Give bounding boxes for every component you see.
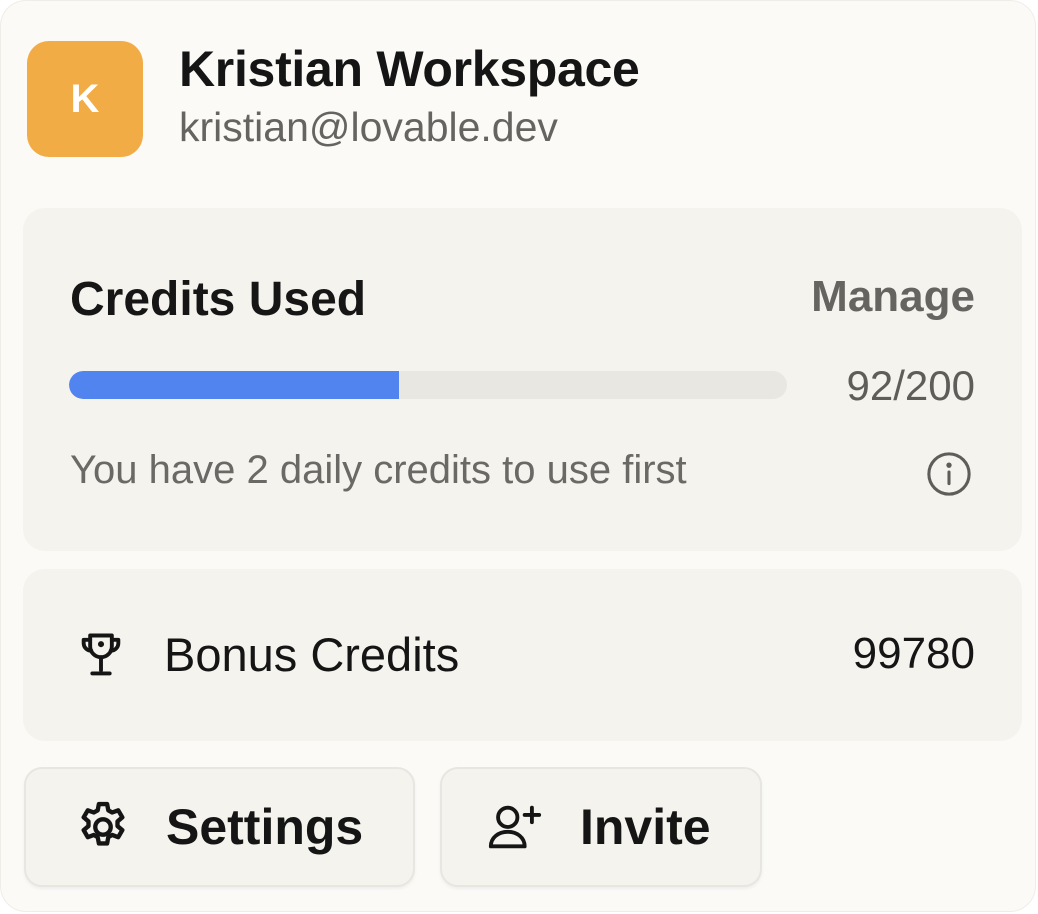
settings-label: Settings — [166, 799, 364, 855]
bonus-credits-value: 99780 — [852, 629, 975, 678]
gear-icon — [81, 801, 125, 846]
info-circle-icon[interactable] — [926, 451, 972, 497]
credits-progress-text: 92/200 — [846, 362, 975, 409]
bonus-credits-label: Bonus Credits — [164, 628, 460, 681]
manage-button[interactable]: Manage — [811, 272, 975, 322]
credits-card: Credits Used Manage 92/200 You have 2 da… — [23, 208, 1022, 551]
credits-progress-bar — [69, 371, 787, 399]
credits-progress-fill — [69, 371, 400, 399]
workspace-identity: Kristian Workspace kristian@lovable.dev — [179, 39, 640, 153]
avatar-letter: K — [70, 76, 100, 121]
invite-button[interactable]: Invite — [440, 767, 762, 887]
workspace-email: kristian@lovable.dev — [179, 104, 558, 150]
user-plus-icon — [488, 805, 542, 849]
trophy-icon — [81, 633, 121, 676]
workspace-panel: K Kristian Workspace kristian@lovable.de… — [0, 0, 1036, 912]
invite-label: Invite — [580, 799, 711, 855]
workspace-header: K Kristian Workspace kristian@lovable.de… — [27, 41, 640, 157]
workspace-avatar: K — [27, 41, 143, 157]
bonus-credits-card: Bonus Credits 99780 — [23, 569, 1022, 741]
credits-title: Credits Used — [70, 273, 367, 326]
settings-button[interactable]: Settings — [24, 767, 415, 887]
daily-credits-text: You have 2 daily credits to use first — [70, 448, 687, 492]
workspace-name: Kristian Workspace — [179, 41, 640, 97]
